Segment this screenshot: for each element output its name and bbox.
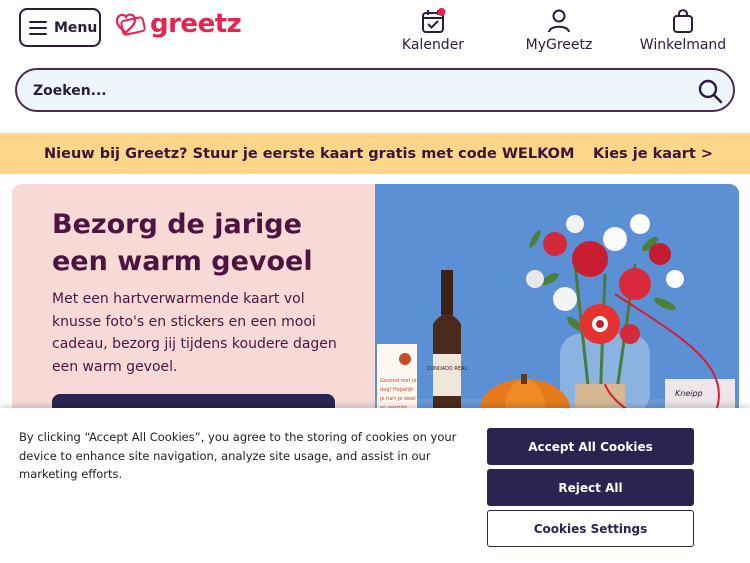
greetz-logo[interactable]: greetz — [113, 9, 242, 39]
user-icon — [548, 9, 570, 33]
heart-logo-icon — [115, 13, 146, 36]
hero-description: Met een hartverwarmende kaart vol knusse… — [52, 291, 337, 375]
nav-kalender[interactable]: Kalender — [378, 7, 488, 53]
menu-label: Menu — [54, 19, 98, 36]
search-icon[interactable] — [697, 78, 723, 104]
promo-banner: Nieuw bij Greetz? Stuur je eerste kaart … — [0, 133, 750, 174]
reject-all-button[interactable]: Reject All — [487, 469, 694, 506]
card-text-line-2: dag! Hopelijk — [380, 387, 413, 393]
nav-mygreetz-label: MyGreetz — [525, 37, 593, 53]
notification-dot — [437, 8, 446, 16]
nav-winkelmand[interactable]: Winkelmand — [628, 7, 738, 53]
search-bar — [15, 68, 735, 112]
calendar-icon — [422, 8, 446, 33]
hamburger-icon — [29, 20, 47, 35]
card-text-line-3: je hart je weel — [379, 396, 416, 402]
accept-all-cookies-button[interactable]: Accept All Cookies — [487, 428, 694, 465]
cookie-banner: By clicking “Accept All Cookies”, you ag… — [0, 408, 750, 563]
nav-winkelmand-label: Winkelmand — [639, 37, 727, 53]
logo-text: greetz — [150, 9, 242, 39]
hero-title: Bezorg de jarige een warm gevoel — [52, 209, 313, 277]
cookies-settings-button[interactable]: Cookies Settings — [487, 510, 694, 547]
shopping-bag-icon — [673, 9, 693, 33]
promo-text: Nieuw bij Greetz? Stuur je eerste kaart … — [44, 145, 575, 162]
nav-mygreetz[interactable]: MyGreetz — [504, 7, 614, 53]
site-header: Menu greetz Kalender MyGreetz Winkelmand… — [0, 0, 750, 133]
nav-kalender-label: Kalender — [401, 37, 465, 53]
wine-label-text: CONDADO REAL — [427, 366, 468, 372]
menu-button[interactable]: Menu — [19, 8, 101, 47]
box-label-text: Kneipp — [675, 389, 703, 398]
search-input[interactable] — [31, 78, 675, 104]
promo-link[interactable]: Kies je kaart > — [593, 146, 713, 162]
cookie-text: By clicking “Accept All Cookies”, you ag… — [19, 430, 457, 481]
card-text-line-1: Gezond met je — [380, 378, 417, 384]
